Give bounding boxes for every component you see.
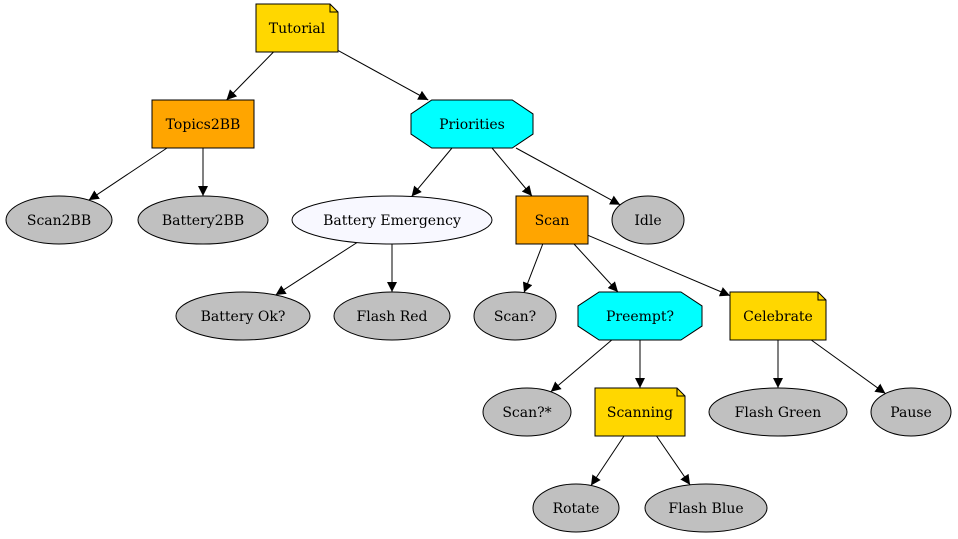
node-label: Rotate [553, 501, 600, 517]
node-celebrate[interactable]: Celebrate [729, 291, 827, 341]
node-label: Battery2BB [162, 213, 244, 229]
node-rotate[interactable]: Rotate [532, 483, 620, 533]
node-label: Scan [535, 213, 570, 229]
node-label: Battery Emergency [323, 213, 461, 229]
node-flash-blue[interactable]: Flash Blue [644, 483, 768, 533]
node-idle[interactable]: Idle [611, 195, 685, 245]
node-label: Battery Ok? [201, 309, 286, 325]
node-battery-emergency[interactable]: Battery Emergency [291, 195, 493, 245]
node-label: Preempt? [606, 309, 674, 325]
node-priorities[interactable]: Priorities [410, 99, 534, 149]
edge-battery_emergency-to-battery_ok [275, 242, 358, 296]
edge-scanning-to-rotate [590, 435, 625, 486]
node-battery-ok[interactable]: Battery Ok? [175, 291, 311, 341]
node-topics2bb[interactable]: Topics2BB [151, 99, 255, 149]
node-label: Tutorial [269, 21, 326, 37]
node-scan[interactable]: Scan [515, 195, 589, 245]
edge-priorities-to-battery_emergency [411, 147, 453, 197]
node-label: Scan?* [502, 405, 551, 421]
node-label: Topics2BB [166, 117, 241, 133]
node-tutorial[interactable]: Tutorial [255, 3, 339, 53]
edge-priorities-to-scan [491, 147, 533, 197]
edge-scan-to-celebrate [587, 234, 731, 297]
node-flash-green[interactable]: Flash Green [708, 387, 848, 437]
node-label: Flash Red [357, 309, 428, 325]
edge-scanning-to-flash_blue [656, 435, 691, 486]
edge-scan-to-scan_q [522, 243, 544, 293]
node-label: Celebrate [743, 309, 813, 325]
node-label: Flash Blue [668, 501, 743, 517]
node-scan-q[interactable]: Scan? [473, 291, 557, 341]
node-label: Flash Green [735, 405, 822, 421]
edge-preempt-to-scan_q_star [550, 339, 613, 393]
node-label: Scan? [494, 309, 536, 325]
nodes-layer: Tutorial Topics2BB Priorities Scan2BB Batter… [5, 3, 952, 533]
edge-topics2bb-to-scan2bb [88, 147, 168, 201]
node-label: Scan2BB [27, 213, 91, 229]
node-scanning[interactable]: Scanning [594, 387, 686, 437]
node-battery2bb[interactable]: Battery2BB [137, 195, 269, 245]
node-label: Pause [890, 405, 932, 421]
node-label: Idle [634, 213, 661, 229]
node-scan-q-star[interactable]: Scan?* [482, 387, 572, 437]
node-flash-red[interactable]: Flash Red [333, 291, 451, 341]
node-label: Priorities [439, 117, 505, 133]
node-scan2bb[interactable]: Scan2BB [5, 195, 113, 245]
node-preempt[interactable]: Preempt? [577, 291, 703, 341]
edge-celebrate-to-pause [810, 339, 886, 394]
behaviour-tree-diagram: Tutorial Topics2BB Priorities Scan2BB Batter… [5, 3, 952, 533]
node-pause[interactable]: Pause [870, 387, 952, 437]
edge-scan-to-preempt [573, 243, 619, 293]
node-label: Scanning [607, 405, 673, 421]
edge-tutorial-to-priorities [337, 50, 429, 101]
edge-tutorial-to-topics2bb [226, 51, 274, 101]
